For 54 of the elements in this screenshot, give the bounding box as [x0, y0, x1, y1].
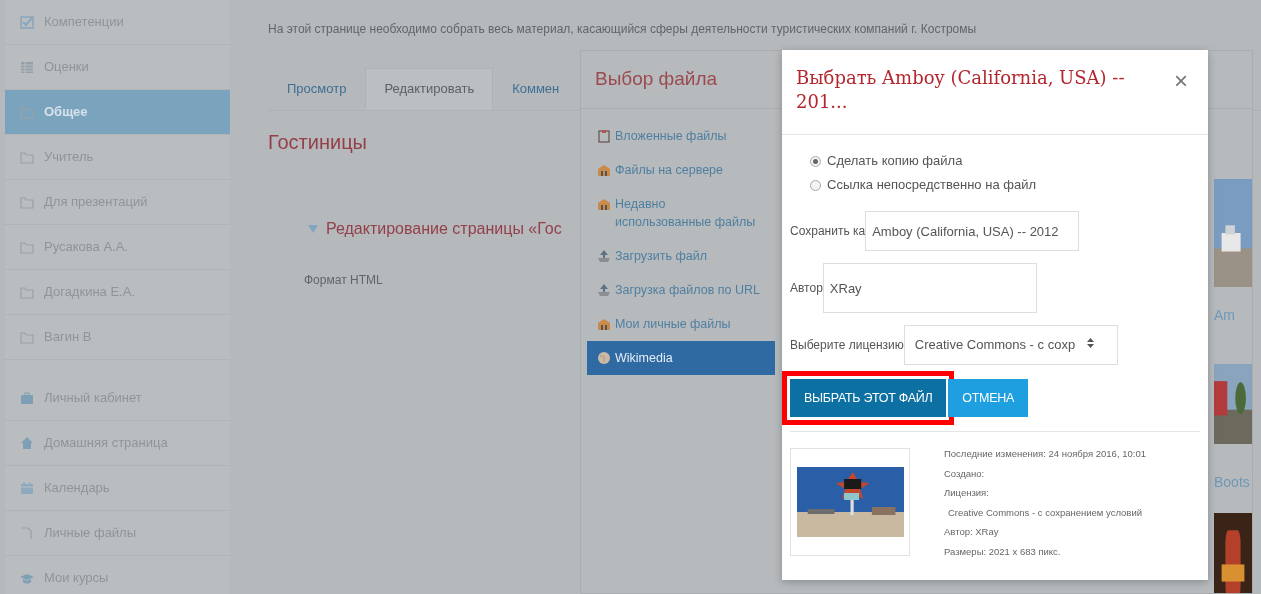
calendar-icon — [20, 481, 34, 495]
folder-icon — [20, 330, 34, 344]
format-label: Формат HTML — [304, 271, 383, 289]
radio-label: Сделать копию файла — [827, 152, 963, 171]
radio-button[interactable] — [810, 179, 821, 191]
folder-icon — [20, 195, 34, 209]
repository-item[interactable]: Загрузить файл — [587, 238, 775, 273]
cancel-button[interactable]: ОТМЕНА — [948, 378, 1028, 418]
folder-icon — [20, 240, 34, 254]
close-button[interactable]: × — [1168, 66, 1194, 96]
sidebar-item[interactable]: Общее — [5, 90, 230, 135]
table-icon — [20, 60, 34, 74]
repository-item[interactable]: Мои личные файлы — [587, 306, 775, 341]
detail-text: Создано: — [944, 466, 986, 481]
intro-text: На этой странице необходимо собрать весь материал, касающийся сферы деятельности туристических компаний г. Костромы — [268, 21, 978, 38]
graduation-cap-icon — [20, 571, 34, 585]
field-label: Выберите лицензию — [790, 336, 904, 354]
detail-text: Размеры: 2021 x 683 пикс. — [944, 544, 1062, 559]
field-label: Автор — [790, 280, 823, 297]
updown-arrows-icon — [1087, 338, 1095, 348]
repository-item[interactable]: Файлы на сервере — [587, 152, 775, 187]
repository-item[interactable]: Wikimedia — [587, 340, 775, 375]
upload-icon — [597, 248, 611, 263]
radio-label: Ссылка непосредственно на файл — [827, 176, 1036, 195]
tab[interactable]: Просмотр — [268, 68, 366, 110]
upload-icon — [597, 282, 611, 297]
repository-item[interactable]: Загрузка файлов по URL — [587, 272, 775, 307]
tab[interactable]: Коммен — [493, 68, 579, 110]
folder-icon — [20, 285, 34, 299]
detail-text: Лицензия: — [944, 486, 990, 501]
repository-item[interactable]: Недавно использованные файлы — [587, 186, 775, 239]
repository-item[interactable]: Вложенные файлы — [587, 118, 775, 153]
caret-down-icon[interactable] — [308, 224, 318, 233]
folder-icon — [20, 150, 34, 164]
detail-text: Последние изменения: 24 ноября 2016, 10:01 — [944, 447, 1146, 462]
detail-text: Автор: XRay — [944, 525, 1000, 540]
radio-button[interactable] — [810, 155, 821, 167]
result-label[interactable]: Am — [1214, 304, 1252, 326]
input-field[interactable]: XRay — [822, 263, 1037, 313]
license-select[interactable]: Creative Commons - с сохр — [903, 325, 1118, 365]
globe-icon — [597, 350, 611, 365]
briefcase-icon — [20, 391, 34, 405]
page-heading: Гостиницы — [268, 129, 367, 155]
check-icon — [20, 15, 34, 29]
detail-text: Creative Commons - с сохранением условий — [947, 505, 1143, 520]
folder-icon — [20, 105, 34, 119]
result-label[interactable]: Boots — [1214, 471, 1252, 493]
field-label: Сохранить ка — [790, 223, 866, 240]
tab[interactable]: Редактировать — [365, 68, 494, 110]
section-title[interactable]: Редактирование страницы «Гос — [326, 216, 562, 241]
file-icon — [20, 526, 34, 540]
input-field[interactable]: Amboy (California, USA) -- 2012 — [865, 211, 1080, 251]
clipboard-icon — [597, 128, 611, 143]
home-icon — [20, 436, 34, 450]
